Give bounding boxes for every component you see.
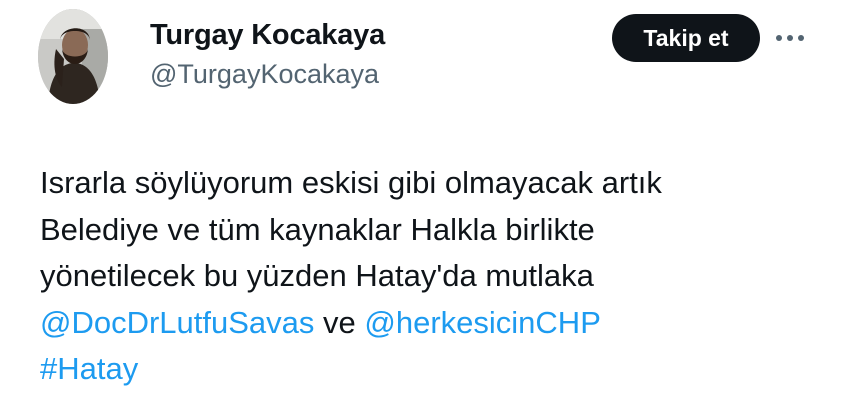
tweet-line-mentions: @DocDrLutfuSavas ve @herkesicinCHP bbox=[40, 300, 840, 347]
more-options-button[interactable] bbox=[772, 26, 808, 50]
tweet-line: yönetilecek bu yüzden Hatay'da mutlaka bbox=[40, 258, 594, 293]
author-handle[interactable]: @TurgayKocakaya bbox=[150, 59, 379, 90]
tweet-text: Israrla söylüyorum eskisi gibi olmayacak… bbox=[40, 160, 840, 393]
mention-link[interactable]: @DocDrLutfuSavas bbox=[40, 305, 314, 340]
profile-photo bbox=[38, 9, 108, 104]
tweet-line-hashtag: #Hatay bbox=[40, 346, 840, 393]
tweet-line: Israrla söylüyorum eskisi gibi olmayacak… bbox=[40, 165, 662, 200]
more-dots-icon bbox=[776, 35, 804, 41]
avatar[interactable] bbox=[38, 9, 108, 104]
author-display-name[interactable]: Turgay Kocakaya bbox=[150, 19, 385, 52]
mention-link[interactable]: @herkesicinCHP bbox=[364, 305, 600, 340]
connector-text: ve bbox=[314, 304, 365, 340]
tweet-line: Belediye ve tüm kaynaklar Halkla birlikt… bbox=[40, 211, 595, 247]
follow-button[interactable]: Takip et bbox=[612, 14, 760, 62]
hashtag-link[interactable]: #Hatay bbox=[40, 351, 138, 386]
